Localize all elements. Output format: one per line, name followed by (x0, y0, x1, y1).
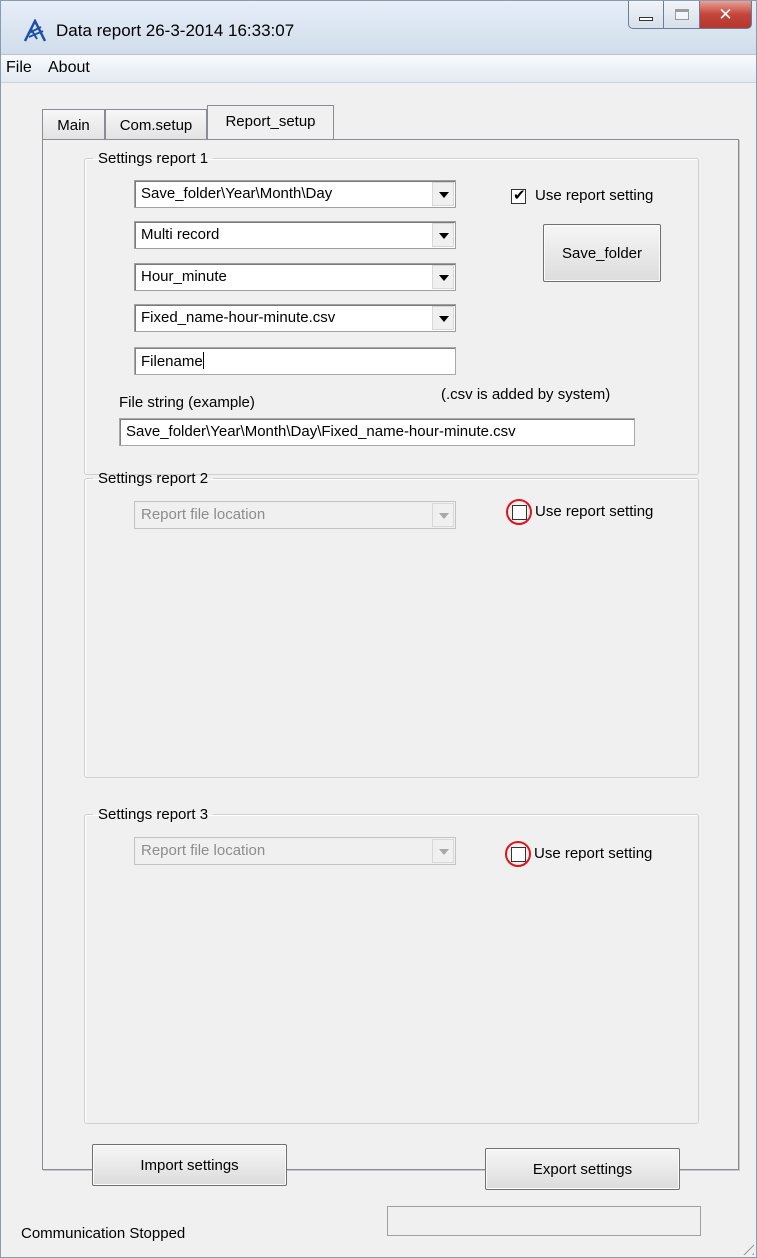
annotation-circle (506, 499, 532, 525)
report1-name-format-value: Fixed_name-hour-minute.csv (141, 309, 336, 326)
chevron-down-icon (432, 503, 454, 527)
report1-location-select[interactable]: Save_folder\Year\Month\Day (134, 180, 456, 208)
report1-time-format-value: Hour_minute (141, 268, 227, 285)
report3-location-select[interactable]: Report file location (134, 837, 456, 865)
report-setup-panel: Settings report 1 Save_folder\Year\Month… (42, 139, 739, 1170)
report1-mode-select[interactable]: Multi record (134, 221, 456, 249)
tab-report-setup[interactable]: Report_setup (207, 105, 334, 139)
settings-report-1-legend: Settings report 1 (98, 150, 209, 167)
tab-com-setup[interactable]: Com.setup (105, 109, 207, 139)
checkmark-icon: ✔ (513, 186, 526, 204)
app-window: Data report 26-3-2014 16:33:07 ✕ File Ab… (0, 0, 757, 1258)
csv-note: (.csv is added by system) (441, 386, 611, 403)
report1-filename-value: Filename (141, 353, 203, 370)
annotation-circle (505, 841, 531, 867)
close-icon: ✕ (718, 4, 733, 25)
file-string-field[interactable]: Save_folder\Year\Month\Day\Fixed_name-ho… (119, 418, 635, 446)
menu-about[interactable]: About (48, 59, 90, 77)
title-bar: Data report 26-3-2014 16:33:07 ✕ (1, 1, 756, 55)
save-folder-button[interactable]: Save_folder (543, 224, 661, 282)
window-title: Data report 26-3-2014 16:33:07 (56, 21, 295, 40)
maximize-button[interactable] (664, 1, 700, 29)
text-caret (202, 352, 204, 369)
import-settings-button[interactable]: Import settings (92, 1144, 287, 1186)
report1-mode-value: Multi record (141, 226, 220, 243)
chevron-down-icon (432, 839, 454, 863)
minimize-icon (639, 16, 653, 21)
status-text: Communication Stopped (21, 1225, 186, 1242)
settings-report-3-legend: Settings report 3 (98, 806, 209, 823)
report1-time-format-select[interactable]: Hour_minute (134, 263, 456, 291)
chevron-down-icon (432, 306, 454, 330)
export-settings-button[interactable]: Export settings (485, 1148, 680, 1190)
caption-buttons: ✕ (628, 1, 752, 29)
report2-location-select[interactable]: Report file location (134, 501, 456, 529)
status-panel (387, 1206, 701, 1236)
close-button[interactable]: ✕ (700, 1, 752, 29)
app-logo-icon (23, 19, 47, 42)
settings-report-2-legend: Settings report 2 (98, 470, 209, 487)
minimize-button[interactable] (628, 1, 664, 29)
report3-location-value: Report file location (141, 842, 266, 859)
report1-use-checkbox[interactable]: ✔ (511, 186, 526, 204)
menu-file[interactable]: File (6, 59, 32, 77)
chevron-down-icon (432, 223, 454, 247)
maximize-icon (674, 9, 689, 20)
chevron-down-icon (432, 182, 454, 206)
report1-name-format-select[interactable]: Fixed_name-hour-minute.csv (134, 304, 456, 332)
file-string-label: File string (example) (119, 394, 255, 411)
chevron-down-icon (432, 265, 454, 289)
report1-use-label[interactable]: Use report setting (535, 187, 653, 204)
resize-grip-icon[interactable] (738, 1239, 754, 1255)
report1-location-value: Save_folder\Year\Month\Day (141, 185, 333, 202)
report2-location-value: Report file location (141, 506, 266, 523)
report2-use-label[interactable]: Use report setting (535, 503, 653, 520)
report3-use-label[interactable]: Use report setting (534, 845, 652, 862)
tab-main[interactable]: Main (42, 109, 105, 139)
menu-bar: File About (1, 55, 756, 83)
report1-filename-input[interactable]: Filename (134, 347, 456, 375)
